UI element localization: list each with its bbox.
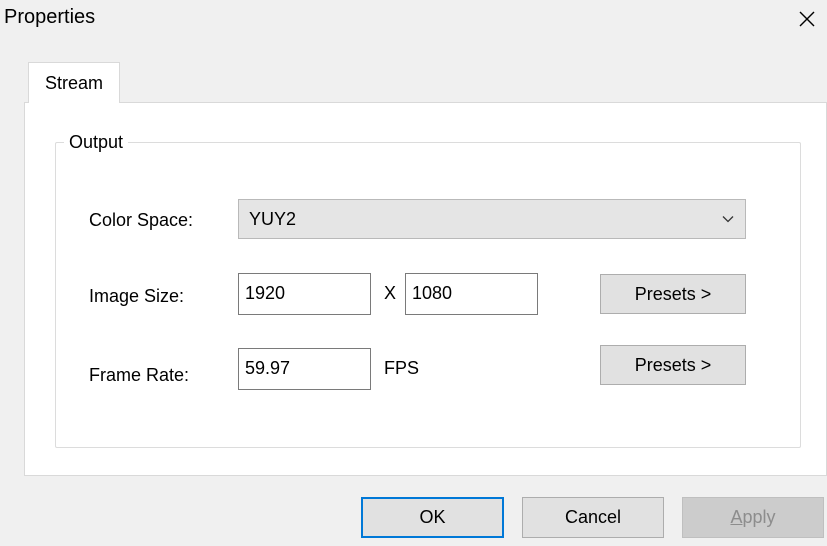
frame-rate-input[interactable]: 59.97 [238, 348, 371, 390]
color-space-select[interactable]: YUY2 [238, 199, 746, 239]
image-size-separator: X [384, 283, 397, 303]
frame-rate-presets-button[interactable]: Presets > [600, 345, 746, 385]
image-width-input[interactable]: 1920 [238, 273, 371, 315]
properties-dialog: Properties Stream Output Color Space: YU… [0, 0, 827, 546]
frame-rate-label: Frame Rate: [89, 365, 190, 385]
image-height-input[interactable]: 1080 [405, 273, 538, 315]
color-space-value: YUY2 [249, 208, 297, 229]
apply-label-rest: pply [742, 507, 776, 527]
cancel-button[interactable]: Cancel [522, 497, 664, 538]
image-size-presets-button[interactable]: Presets > [600, 274, 746, 314]
window-title: Properties [4, 6, 96, 28]
close-button[interactable] [792, 4, 822, 34]
output-group-legend: Output [64, 129, 129, 155]
tab-stream[interactable]: Stream [28, 62, 120, 103]
frame-rate-unit: FPS [384, 358, 420, 378]
apply-button[interactable]: Apply [682, 497, 824, 538]
chevron-down-icon [721, 212, 735, 226]
close-icon [799, 11, 815, 27]
image-size-label: Image Size: [89, 286, 185, 306]
apply-label-mnemonic: A [730, 507, 743, 527]
ok-button[interactable]: OK [361, 497, 504, 538]
color-space-label: Color Space: [89, 210, 194, 230]
